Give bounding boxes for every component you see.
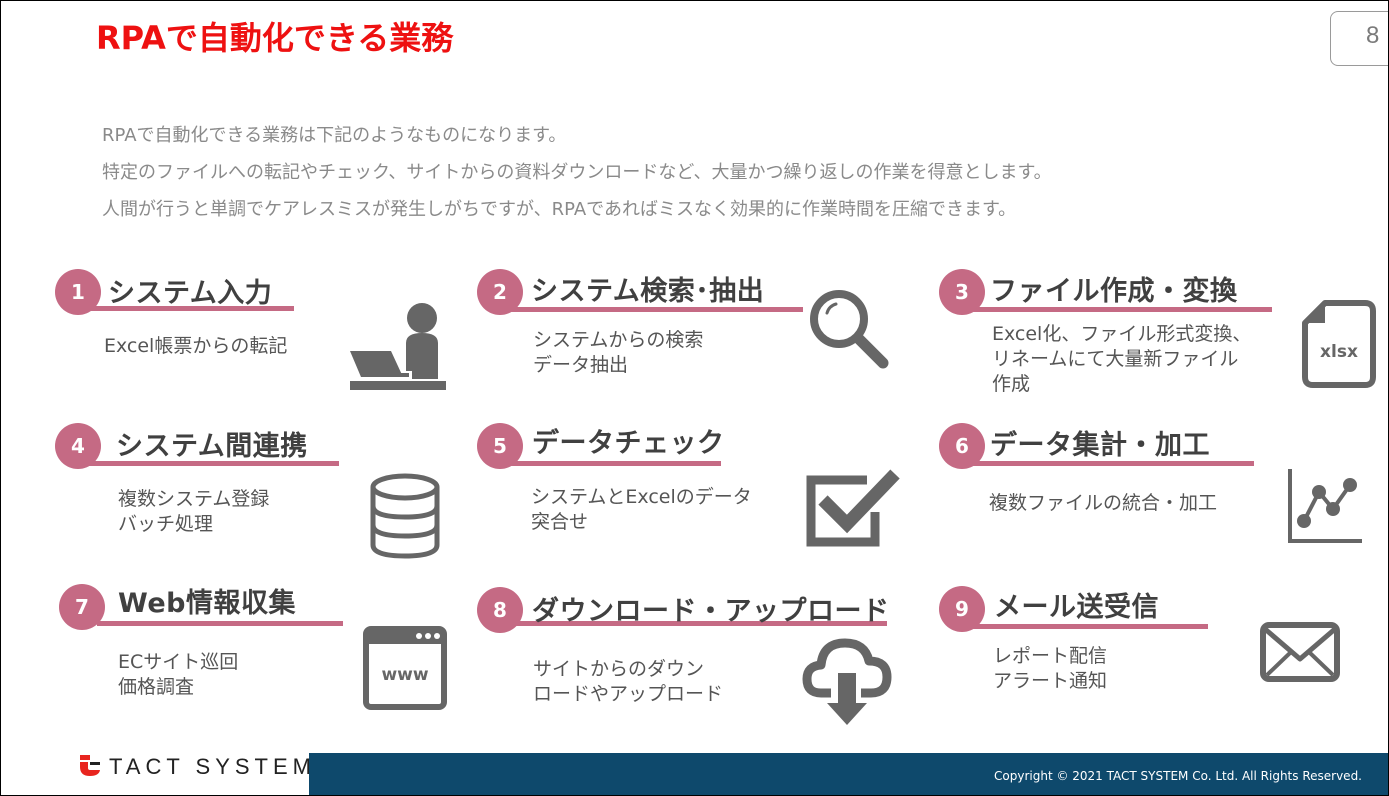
title-underline [964, 624, 1208, 629]
slide: RPAで自動化できる業務 8 RPAで自動化できる業務は下記のようなものになりま… [0, 0, 1389, 796]
intro-text: RPAで自動化できる業務は下記のようなものになります。 特定のファイルへの転記や… [102, 117, 1052, 228]
page-number: 8 [1330, 11, 1388, 66]
xlsx-label: xlsx [1320, 342, 1358, 362]
title-underline [97, 621, 343, 626]
description-line: バッチ処理 [118, 513, 214, 535]
description-line: 突合せ [531, 511, 589, 533]
cloud-download-icon [801, 637, 893, 727]
item-title: ダウンロード・アップロード [532, 596, 890, 627]
number-badge: 2 [477, 269, 523, 315]
number-badge: 1 [55, 269, 101, 315]
description-line: システムとExcelのデータ [531, 486, 752, 508]
item-title: システム検索･抽出 [531, 276, 765, 307]
envelope-icon [1259, 621, 1341, 683]
number-badge: 4 [55, 423, 101, 469]
item-description: 複数システム登録 バッチ処理 [118, 487, 269, 537]
item-title: システム間連携 [116, 431, 308, 462]
title-underline [501, 461, 721, 466]
description-line: リネームにて大量新ファイル [992, 348, 1239, 370]
item-title: メール送受信 [994, 592, 1159, 623]
number-badge: 8 [477, 587, 523, 633]
magnifier-icon [805, 285, 895, 375]
item-description: Excel帳票からの転記 [104, 334, 287, 359]
intro-line: 特定のファイルへの転記やチェック、サイトからの資料ダウンロードなど、大量かつ繰り… [102, 162, 1052, 183]
line-chart-icon [1286, 467, 1364, 545]
checkbox-icon [805, 466, 901, 548]
description-line: データ抽出 [533, 354, 629, 376]
item-title: Web情報収集 [118, 588, 296, 619]
description-line: システムからの検索 [533, 329, 704, 351]
item-description: ECサイト巡回 価格調査 [118, 650, 238, 700]
person-at-laptop-icon [349, 301, 449, 393]
number-badge: 5 [477, 423, 523, 469]
intro-line: RPAで自動化できる業務は下記のようなものになります。 [102, 125, 567, 146]
description-line: アラート通知 [993, 670, 1108, 692]
logo-text: TACT SYSTEM [109, 754, 316, 779]
number-badge: 9 [939, 586, 985, 632]
item-title: データチェック [532, 428, 725, 459]
item-title: ファイル作成・変換 [990, 276, 1238, 307]
description-line: サイトからのダウン [533, 658, 705, 680]
number-badge: 3 [939, 269, 985, 315]
item-title: データ集計・加工 [990, 430, 1210, 461]
item-title: システム入力 [108, 278, 273, 309]
description-line: レポート配信 [993, 645, 1108, 667]
description-line: Excel帳票からの転記 [104, 335, 288, 357]
description-line: ECサイト巡回 [118, 651, 239, 673]
footer-bar: Copyright © 2021 TACT SYSTEM Co. Ltd. Al… [309, 753, 1388, 795]
xlsx-file-icon: xlsx [1301, 299, 1377, 389]
description-line: 複数システム登録 [118, 488, 270, 510]
description-line: 作成 [992, 373, 1031, 395]
intro-line: 人間が行うと単調でケアレスミスが発生しがちですが、RPAであればミスなく効果的に… [102, 199, 1017, 220]
number-badge: 6 [939, 423, 985, 469]
item-description: システムとExcelのデータ 突合せ [531, 485, 752, 535]
tact-logo-mark-icon [79, 753, 101, 781]
description-line: ロードやアップロード [533, 683, 724, 705]
browser-www-icon: www [363, 626, 447, 710]
slide-title: RPAで自動化できる業務 [96, 19, 454, 57]
item-description: システムからの検索 データ抽出 [533, 328, 703, 378]
copyright-text: Copyright © 2021 TACT SYSTEM Co. Ltd. Al… [994, 769, 1362, 783]
description-line: 複数ファイルの統合・加工 [989, 492, 1218, 514]
item-description: レポート配信 アラート通知 [993, 644, 1107, 694]
number-badge: 7 [59, 584, 105, 630]
www-label: www [381, 665, 428, 685]
item-description: 複数ファイルの統合・加工 [989, 491, 1217, 516]
item-description: サイトからのダウン ロードやアップロード [533, 657, 723, 707]
description-line: 価格調査 [118, 676, 195, 698]
company-logo: TACT SYSTEM [79, 753, 316, 781]
description-line: Excel化、ファイル形式変換、 [992, 323, 1252, 345]
database-icon [369, 473, 441, 561]
item-description: Excel化、ファイル形式変換、 リネームにて大量新ファイル 作成 [992, 322, 1251, 397]
